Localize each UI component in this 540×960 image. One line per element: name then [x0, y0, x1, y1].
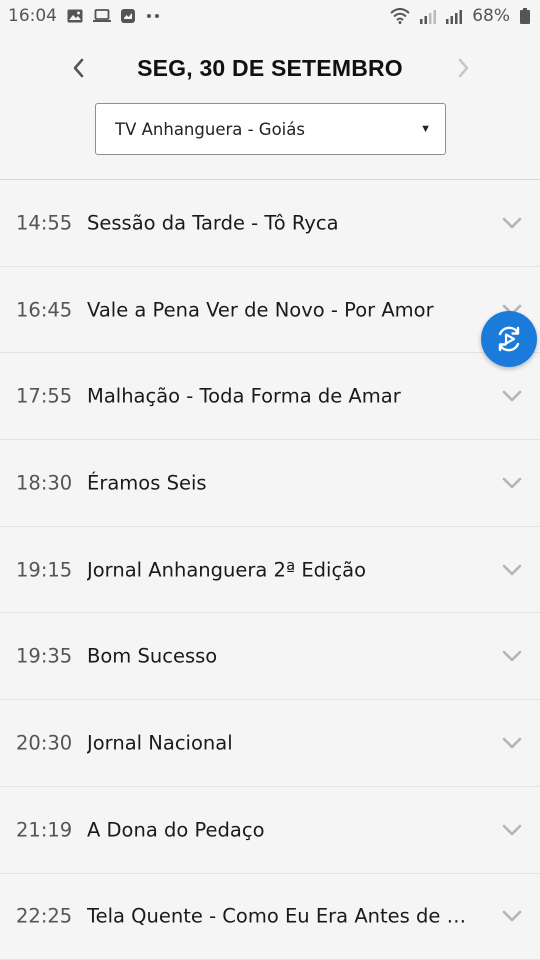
chevron-down-icon[interactable]	[500, 384, 524, 408]
image-icon	[67, 9, 83, 23]
chevron-down-icon[interactable]	[500, 731, 524, 755]
wifi-icon	[390, 8, 410, 24]
program-title: Sessão da Tarde - Tô Ryca	[87, 211, 339, 235]
program-title: Bom Sucesso	[87, 644, 218, 668]
program-time: 14:55	[16, 211, 73, 235]
program-time: 18:30	[16, 471, 73, 495]
date-row: SEG, 30 DE SETEMBRO	[0, 48, 540, 88]
chevron-down-icon[interactable]	[500, 644, 524, 668]
replay-play-icon	[498, 326, 520, 352]
channel-value: TV Anhanguera - Goiás	[115, 119, 305, 139]
header: SEG, 30 DE SETEMBRO TV Anhanguera - Goiá…	[0, 32, 540, 180]
dropdown-caret-icon: ▼	[420, 123, 431, 135]
program-time: 19:15	[16, 558, 73, 582]
battery-percent: 68%	[472, 6, 510, 26]
program-row[interactable]: 17:55 Malhação - Toda Forma de Amar	[0, 353, 540, 441]
program-title: Jornal Nacional	[87, 731, 233, 755]
program-time: 22:25	[16, 904, 73, 928]
program-row[interactable]: 21:19 A Dona do Pedaço	[0, 786, 540, 874]
media-icon	[121, 9, 135, 23]
program-title: Éramos Seis	[87, 471, 207, 495]
status-right: 68%	[390, 6, 530, 26]
battery-icon	[520, 8, 530, 24]
previous-day-button[interactable]	[58, 48, 98, 88]
program-title: Malhação - Toda Forma de Amar	[87, 384, 401, 408]
status-time: 16:04	[8, 6, 57, 26]
more-dots-icon	[145, 13, 161, 19]
program-title: Jornal Anhanguera 2ª Edição	[87, 558, 367, 582]
program-time: 17:55	[16, 384, 73, 408]
program-row[interactable]: 22:25 Tela Quente - Como Eu Era Antes de…	[0, 873, 540, 960]
chevron-down-icon[interactable]	[500, 471, 524, 495]
program-time: 16:45	[16, 298, 73, 322]
channel-select[interactable]: TV Anhanguera - Goiás ▼	[95, 103, 446, 155]
program-row[interactable]: 14:55 Sessão da Tarde - Tô Ryca	[0, 180, 540, 267]
status-left: 16:04	[8, 6, 161, 26]
program-row[interactable]: 19:15 Jornal Anhanguera 2ª Edição	[0, 526, 540, 614]
screen: 16:04 68% SEG, 30 DE SETEMBRO TV Anhangu…	[0, 0, 540, 960]
chevron-down-icon[interactable]	[500, 211, 524, 235]
signal-icon	[420, 8, 437, 24]
date-title: SEG, 30 DE SETEMBRO	[137, 54, 403, 81]
status-bar: 16:04 68%	[0, 0, 540, 32]
program-row[interactable]: 18:30 Éramos Seis	[0, 440, 540, 527]
program-time: 21:19	[16, 818, 73, 842]
chevron-left-icon	[73, 58, 84, 78]
program-row[interactable]: 19:35 Bom Sucesso	[0, 613, 540, 701]
program-title: A Dona do Pedaço	[87, 818, 265, 842]
laptop-icon	[93, 9, 111, 23]
program-time: 20:30	[16, 731, 73, 755]
chevron-right-icon	[458, 58, 469, 78]
program-title: Vale a Pena Ver de Novo - Por Amor	[87, 298, 434, 322]
signal-icon	[446, 8, 463, 24]
program-row[interactable]: 16:45 Vale a Pena Ver de Novo - Por Amor	[0, 266, 540, 354]
chevron-down-icon[interactable]	[500, 818, 524, 842]
replay-fab-button[interactable]	[481, 311, 537, 367]
program-row[interactable]: 20:30 Jornal Nacional	[0, 700, 540, 787]
program-title: Tela Quente - Como Eu Era Antes de Você	[87, 904, 467, 928]
chevron-down-icon[interactable]	[500, 904, 524, 928]
next-day-button[interactable]	[444, 48, 484, 88]
chevron-down-icon[interactable]	[500, 558, 524, 582]
schedule-list: 14:55 Sessão da Tarde - Tô Ryca 16:45 Va…	[0, 180, 540, 960]
program-time: 19:35	[16, 644, 73, 668]
